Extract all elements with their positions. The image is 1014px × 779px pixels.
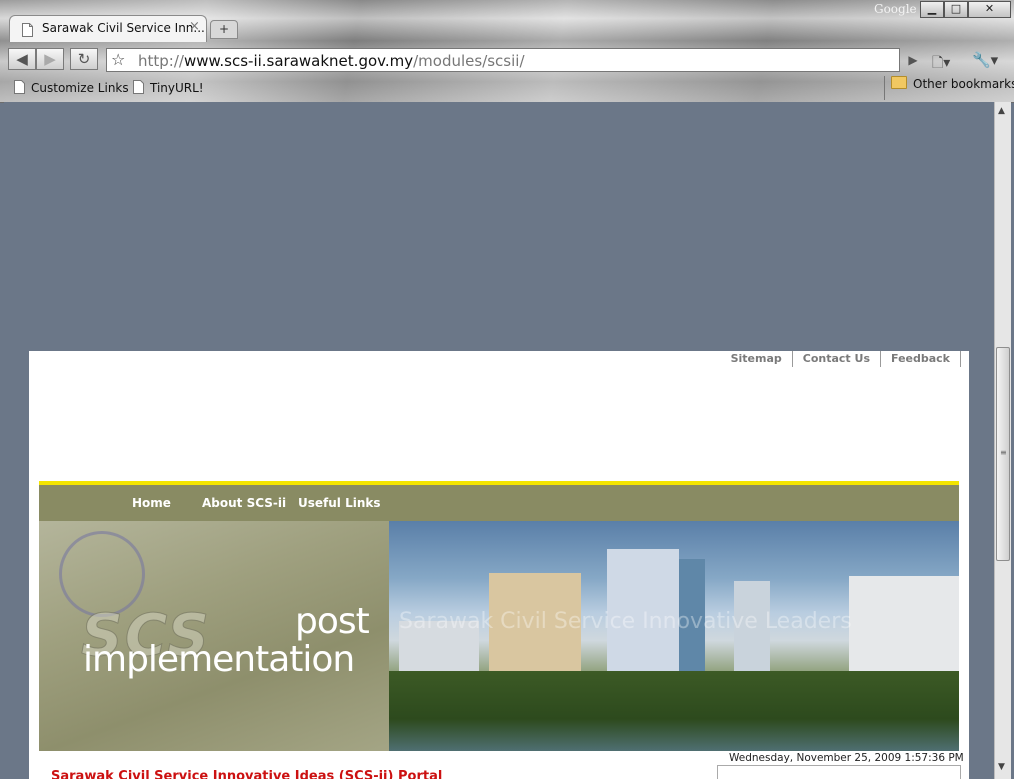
feedback-link[interactable]: Feedback xyxy=(881,351,961,367)
star-icon[interactable]: ☆ xyxy=(111,50,125,69)
banner-implementation-text: implementation xyxy=(83,639,355,680)
scroll-up-icon[interactable]: ▲ xyxy=(998,106,1005,116)
wrench-icon[interactable]: 🔧▾ xyxy=(972,51,998,69)
back-button[interactable]: ◀ xyxy=(8,48,36,70)
current-datetime: Wednesday, November 25, 2009 1:57:36 PM xyxy=(729,752,964,764)
header-banner: SCS post implementation Sarawak Civil Se… xyxy=(39,521,959,751)
other-bookmarks[interactable]: Other bookmarks xyxy=(884,76,1014,100)
minimize-button[interactable]: ▁ xyxy=(920,1,944,18)
bookmarks-bar: Customize Links TinyURL! Other bookmarks xyxy=(0,76,1014,100)
sitemap-link[interactable]: Sitemap xyxy=(721,351,793,367)
close-window-button[interactable]: ✕ xyxy=(968,1,1011,18)
bookmark-customize-links[interactable]: Customize Links xyxy=(14,80,129,97)
utility-links: Sitemap Contact Us Feedback xyxy=(721,351,961,367)
back-arrow-icon: ◀ xyxy=(16,50,28,68)
scroll-thumb[interactable]: ≡ xyxy=(996,347,1010,561)
forward-arrow-icon: ▶ xyxy=(44,50,56,68)
page-icon xyxy=(22,22,33,41)
toolbar: ◀ ▶ ↻ ☆ http://www.scs-ii.sarawaknet.gov… xyxy=(0,43,1014,75)
page-icon xyxy=(14,80,25,97)
reload-icon: ↻ xyxy=(77,50,91,68)
portal-title: Sarawak Civil Service Innovative Ideas (… xyxy=(51,769,443,779)
address-bar[interactable]: ☆ http://www.scs-ii.sarawaknet.gov.my/mo… xyxy=(106,48,900,72)
grip-icon: ≡ xyxy=(1000,448,1007,457)
contact-us-link[interactable]: Contact Us xyxy=(793,351,881,367)
page-menu-icon[interactable]: 🗋▾ xyxy=(932,52,950,76)
skyline-caption: Sarawak Civil Service Innovative Leaders xyxy=(399,609,852,634)
menu-useful-links[interactable]: Useful Links xyxy=(298,496,381,510)
browser-chrome: Sarawak Civil Service Inn... × + Google … xyxy=(0,0,1014,103)
menu-about[interactable]: About SCS-ii xyxy=(202,496,286,510)
reload-button[interactable]: ↻ xyxy=(70,48,98,70)
banner-logo-panel: SCS post implementation xyxy=(39,521,389,751)
forward-button[interactable]: ▶ xyxy=(36,48,64,70)
browser-tab[interactable]: Sarawak Civil Service Inn... × xyxy=(9,15,207,42)
go-button[interactable]: ▶ xyxy=(900,48,926,72)
main-menu: Home About SCS-ii Useful Links xyxy=(39,485,959,521)
google-label: Google xyxy=(874,2,917,16)
trees xyxy=(389,671,959,751)
menu-home[interactable]: Home xyxy=(132,496,171,510)
folder-icon xyxy=(891,76,907,89)
city-skyline-image: Sarawak Civil Service Innovative Leaders xyxy=(389,521,959,751)
page-icon xyxy=(133,80,144,97)
sidebar-box xyxy=(717,765,961,779)
url-text: http://www.scs-ii.sarawaknet.gov.my/modu… xyxy=(138,52,525,70)
bookmark-tinyurl[interactable]: TinyURL! xyxy=(133,80,204,97)
maximize-button[interactable]: □ xyxy=(944,1,968,18)
banner-post-text: post xyxy=(295,601,370,642)
tab-title: Sarawak Civil Service Inn... xyxy=(42,21,205,35)
page-viewport: Sitemap Contact Us Feedback Home About S… xyxy=(4,102,994,779)
play-icon: ▶ xyxy=(908,53,918,67)
new-tab-button[interactable]: + xyxy=(210,20,238,39)
vertical-scrollbar[interactable]: ▲ ≡ ▼ xyxy=(994,102,1011,779)
page-container: Sitemap Contact Us Feedback Home About S… xyxy=(29,351,969,779)
building xyxy=(849,576,959,681)
scroll-down-icon[interactable]: ▼ xyxy=(998,762,1005,772)
close-tab-icon[interactable]: × xyxy=(189,19,200,34)
